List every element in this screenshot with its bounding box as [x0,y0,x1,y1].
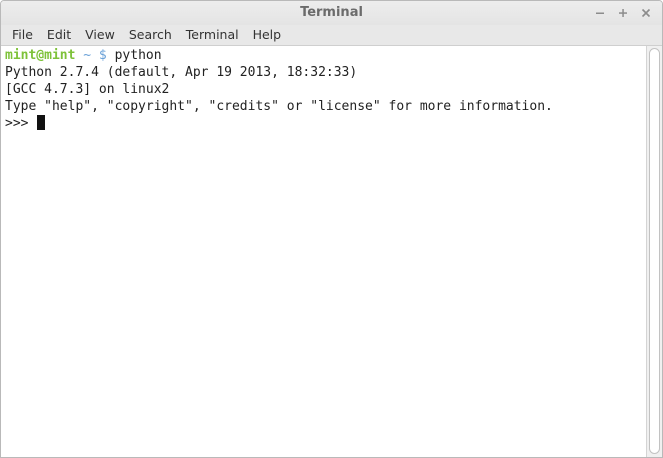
text-cursor [37,115,46,130]
output-line: Python 2.7.4 (default, Apr 19 2013, 18:3… [5,65,358,80]
minimize-icon [596,12,604,14]
minimize-button[interactable] [591,4,609,22]
terminal-window: Terminal File Edit View Search Terminal … [0,0,663,458]
prompt-path: ~ $ [75,48,107,63]
menu-help[interactable]: Help [246,25,289,45]
menu-edit[interactable]: Edit [40,25,78,45]
terminal-output[interactable]: mint@mint ~ $ python Python 2.7.4 (defaul… [1,46,646,457]
menu-file[interactable]: File [5,25,40,45]
maximize-icon [619,9,627,17]
menu-search[interactable]: Search [122,25,179,45]
window-title: Terminal [300,5,363,20]
command-text: python [106,48,162,63]
menu-view[interactable]: View [78,25,122,45]
close-button[interactable] [637,4,655,22]
menu-terminal[interactable]: Terminal [179,25,246,45]
maximize-button[interactable] [614,4,632,22]
repl-prompt-line: >>> [5,115,642,132]
menu-bar: File Edit View Search Terminal Help [1,25,662,46]
prompt-user: mint@mint [5,48,76,63]
close-icon [641,8,651,18]
title-bar[interactable]: Terminal [1,1,662,25]
scrollbar-thumb[interactable] [649,48,660,454]
prompt-line: mint@mint ~ $ python [5,47,642,64]
vertical-scrollbar[interactable] [646,46,662,457]
output-line: Type "help", "copyright", "credits" or "… [5,99,553,114]
output-line: [GCC 4.7.3] on linux2 [5,82,170,97]
repl-prompt: >>> [5,116,37,131]
